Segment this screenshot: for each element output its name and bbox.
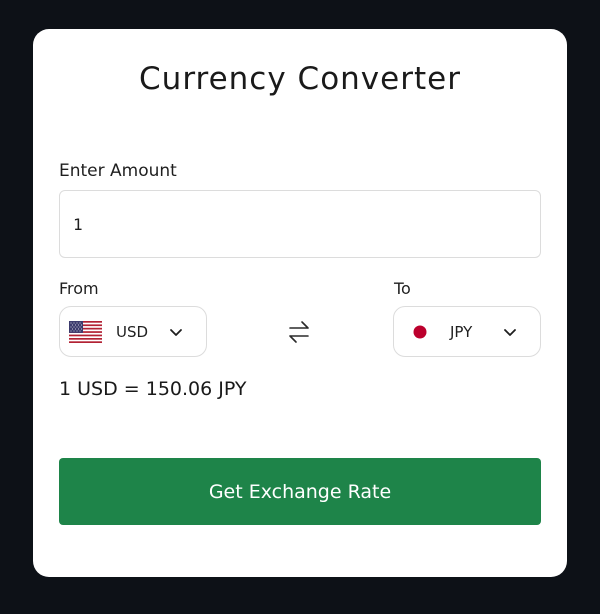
chevron-down-icon (504, 329, 516, 336)
amount-label: Enter Amount (59, 161, 177, 181)
exchange-rate-text: 1 USD = 150.06 JPY (59, 378, 247, 400)
converter-card: Currency Converter Enter Amount From To … (33, 29, 567, 577)
swap-icon[interactable] (286, 319, 312, 345)
page-title: Currency Converter (139, 61, 461, 97)
amount-input[interactable] (59, 190, 541, 258)
from-label: From (59, 279, 99, 298)
get-exchange-rate-button[interactable]: Get Exchange Rate (59, 458, 541, 525)
us-flag-icon (69, 321, 102, 343)
to-currency-select[interactable]: JPY (393, 306, 541, 357)
chevron-down-icon (170, 329, 182, 336)
to-label: To (394, 279, 411, 298)
jp-flag-icon (413, 325, 427, 339)
to-currency-code: JPY (450, 323, 473, 341)
from-currency-select[interactable]: USD (59, 306, 207, 357)
from-currency-code: USD (116, 323, 149, 341)
